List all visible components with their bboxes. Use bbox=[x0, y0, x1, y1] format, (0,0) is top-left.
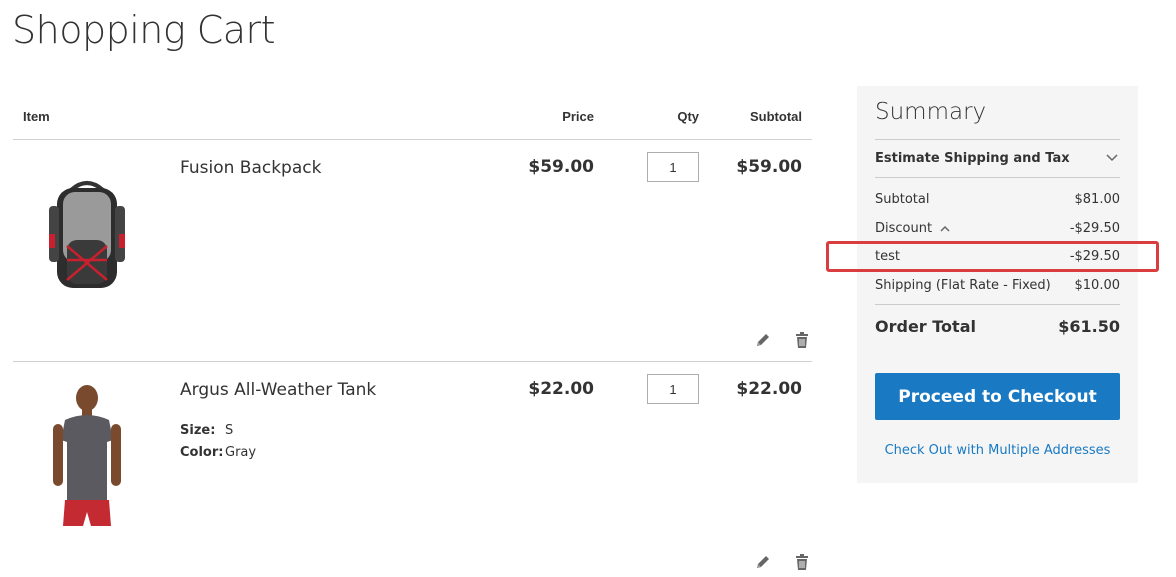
product-name-link[interactable]: Fusion Backpack bbox=[180, 158, 321, 178]
shipping-value: $10.00 bbox=[1074, 278, 1121, 293]
column-header-item: Item bbox=[23, 109, 50, 124]
estimate-shipping-label: Estimate Shipping and Tax bbox=[875, 151, 1070, 166]
backpack-product-image[interactable] bbox=[41, 176, 133, 294]
proceed-to-checkout-button[interactable]: Proceed to Checkout bbox=[875, 373, 1120, 420]
pencil-edit-icon[interactable] bbox=[753, 552, 773, 572]
cart-item-row: Argus All-Weather Tank Size: S Color: Gray… bbox=[13, 362, 812, 577]
qty-input[interactable] bbox=[647, 374, 699, 404]
discount-label[interactable]: Discount bbox=[875, 221, 950, 236]
item-price: $22.00 bbox=[528, 379, 594, 399]
order-total-row: Order Total $61.50 bbox=[875, 304, 1120, 336]
item-subtotal: $22.00 bbox=[736, 379, 802, 399]
option-color: Color: Gray bbox=[180, 442, 256, 464]
cart-table-header: Item Price Qty Subtotal bbox=[13, 90, 812, 140]
subtotal-row: Subtotal $81.00 bbox=[875, 192, 1120, 212]
chevron-up-icon[interactable] bbox=[940, 224, 950, 234]
discount-value: -$29.50 bbox=[1069, 221, 1120, 236]
item-subtotal: $59.00 bbox=[736, 157, 802, 177]
option-value: S bbox=[225, 423, 234, 438]
tank-top-model-product-image[interactable] bbox=[41, 380, 133, 530]
order-summary: Summary Estimate Shipping and Tax Subtot… bbox=[857, 86, 1138, 483]
trash-delete-icon[interactable] bbox=[792, 552, 812, 572]
order-total-label: Order Total bbox=[875, 317, 976, 336]
option-label: Size: bbox=[180, 423, 216, 438]
highlight-annotation-box bbox=[826, 241, 1159, 272]
subtotal-value: $81.00 bbox=[1074, 192, 1121, 207]
chevron-down-icon bbox=[1106, 154, 1118, 162]
shipping-row: Shipping (Flat Rate - Fixed) $10.00 bbox=[875, 278, 1120, 298]
summary-title: Summary bbox=[875, 99, 987, 125]
estimate-shipping-toggle[interactable]: Estimate Shipping and Tax bbox=[875, 139, 1120, 178]
item-price: $59.00 bbox=[528, 157, 594, 177]
cart-item-row: Fusion Backpack $59.00 $59.00 bbox=[13, 140, 812, 362]
item-actions bbox=[738, 552, 812, 577]
option-value: Gray bbox=[225, 445, 257, 460]
page-title: Shopping Cart bbox=[12, 8, 276, 52]
multiple-addresses-link[interactable]: Check Out with Multiple Addresses bbox=[875, 443, 1120, 458]
cart-table: Item Price Qty Subtotal Fusion Backpack … bbox=[13, 90, 812, 577]
item-actions bbox=[738, 330, 812, 355]
qty-input[interactable] bbox=[647, 152, 699, 182]
product-name-link[interactable]: Argus All-Weather Tank bbox=[180, 380, 376, 400]
pencil-edit-icon[interactable] bbox=[753, 330, 773, 350]
order-total-value: $61.50 bbox=[1058, 317, 1120, 336]
column-header-price: Price bbox=[562, 109, 594, 124]
option-size: Size: S bbox=[180, 420, 256, 442]
discount-label-text: Discount bbox=[875, 221, 933, 236]
shipping-label: Shipping (Flat Rate - Fixed) bbox=[875, 278, 1051, 293]
trash-delete-icon[interactable] bbox=[792, 330, 812, 350]
column-header-qty: Qty bbox=[677, 109, 699, 124]
column-header-subtotal: Subtotal bbox=[750, 109, 802, 124]
subtotal-label: Subtotal bbox=[875, 192, 930, 207]
discount-row[interactable]: Discount -$29.50 bbox=[875, 221, 1120, 241]
item-options: Size: S Color: Gray bbox=[180, 420, 256, 464]
option-label: Color: bbox=[180, 445, 224, 460]
